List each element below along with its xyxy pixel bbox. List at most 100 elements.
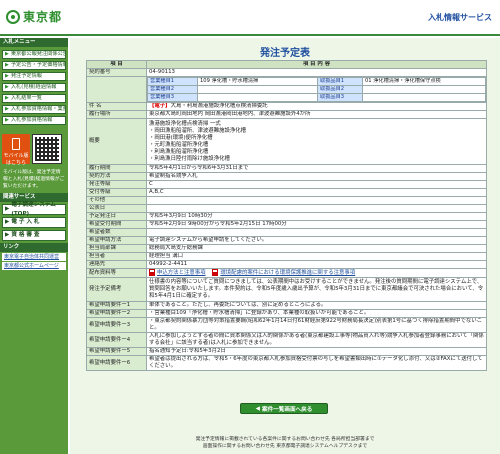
sidebar-item-yotei-kokoku[interactable]: ▶ 予定公告・予定価格情報 bbox=[2, 61, 66, 70]
tokyo-logo[interactable]: 東京都 bbox=[6, 8, 62, 25]
category-key: 営業種目1 bbox=[147, 77, 198, 86]
arrow-left-icon: ◀ bbox=[255, 405, 260, 412]
table-header-row: 項 目 項 目 内 容 bbox=[86, 60, 487, 69]
table-row: 希望申請要件ー2 ・営業種目109「浄化槽・貯水槽清掃」に登録があり、本業種の取扱… bbox=[86, 309, 487, 318]
sidebar-item-shikaku[interactable]: ▶ 入札参加資格情報 bbox=[2, 116, 66, 125]
item-key: 取扱品目2 bbox=[317, 85, 363, 94]
table-row: 発注予定備考 仕様書の内容等についてご質問につきましては、公表期間中はお受けする… bbox=[86, 277, 487, 302]
triangle-icon: ▶ bbox=[5, 51, 9, 57]
mobile-site-button[interactable]: モバイル版はこちら bbox=[2, 134, 30, 166]
row-label: 連絡先 bbox=[86, 260, 147, 269]
location-value: 東京都大島町岡田地内 岡田漁港岡田港地内、津波避難施設外4か所 bbox=[146, 110, 487, 119]
triangle-icon: ▶ bbox=[5, 84, 9, 90]
row-label: 希望申請方法 bbox=[86, 236, 147, 245]
table-row: 担当者 経理担当 溝口 bbox=[86, 252, 487, 261]
contract-method-value: 希望制指名競争入札 bbox=[146, 172, 487, 181]
table-row: 受付等級 A,B,C bbox=[86, 188, 487, 197]
item-value: 01 浄化槽清掃・浄化槽保守点検 bbox=[362, 77, 486, 86]
sidebar-button-qualification[interactable]: ▶ 資 格 審 査 bbox=[2, 230, 66, 241]
table-row: 契約方法 希望制指名競争入札 bbox=[86, 172, 487, 181]
category-value: 109 浄化槽・貯水槽清掃 bbox=[197, 77, 318, 86]
table-row: 希望申請方法 電子調達システムから希望申請をしてください。 bbox=[86, 236, 487, 245]
row-label: 配布資料等 bbox=[86, 268, 147, 278]
row-label: 希望申請要件ー4 bbox=[86, 332, 147, 348]
service-title: 入札情報サービス bbox=[428, 13, 492, 22]
detail-table: 項 目 項 目 内 容 契約番号 04-90113 営業種目1 109 浄化槽・… bbox=[86, 60, 487, 371]
table-row: 連絡先 04992-2-4411 bbox=[86, 260, 487, 269]
sidebar-item-shikaku-gyomu[interactable]: ▶ 入札参加資格情報・業務 bbox=[2, 105, 66, 114]
logo-text: 東京都 bbox=[23, 10, 63, 24]
requirement-value: 指名通知予定日:令和5年3月2日 bbox=[146, 347, 487, 356]
table-row: 概要 漁港施設浄化槽点検清掃 一式 ・岡田漁船船溜所、津波避難施設浄化槽 ・岡田… bbox=[86, 118, 487, 165]
sidebar-item-koho[interactable]: ▶ 東京都公報発注関係公告 bbox=[2, 50, 66, 59]
row-label: 受付等級 bbox=[86, 188, 147, 197]
row-label: 公表日 bbox=[86, 204, 147, 213]
back-button-label: 案件一覧画面へ戻る bbox=[261, 406, 313, 413]
item-value bbox=[362, 85, 486, 94]
table-row: 営業種目1 109 浄化槽・貯水槽清掃 取扱品目1 01 浄化槽清掃・浄化槽保守… bbox=[86, 76, 487, 103]
document-link-environment[interactable]: 環境配慮的案件における環境保護推進に関する注意事項 bbox=[220, 270, 355, 276]
back-to-list-button[interactable]: ◀ 案件一覧画面へ戻る bbox=[240, 403, 328, 414]
sidebar-button-e-bidding[interactable]: ▶ 電 子 入 札 bbox=[2, 217, 66, 228]
sidebar-menu: ▶ 東京都公報発注関係公告 ▶ 予定公告・予定価格情報 ▶ 発注予定情報 ▶ 入札(見積… bbox=[0, 47, 68, 128]
electronic-badge: 【電子】 bbox=[149, 103, 171, 110]
column-header-item: 項 目 bbox=[86, 60, 147, 69]
applicant-count bbox=[146, 228, 487, 237]
row-label: 概要 bbox=[86, 118, 147, 165]
order-note: 仕様書の内容等についてご質問につきましては、公表期間中はお受けすることができませ… bbox=[146, 277, 487, 302]
application-method: 電子調達システムから希望申請をしてください。 bbox=[146, 236, 487, 245]
project-title-text: 大島・利島漁港施設浄化槽点検清掃委託 bbox=[170, 103, 268, 110]
overview-value: 漁港施設浄化槽点検清掃 一式 ・岡田漁船船溜所、津波避難施設浄化槽 ・岡田港(環… bbox=[146, 118, 487, 165]
row-label bbox=[86, 76, 147, 103]
sidebar-link-tokyo-official[interactable]: 東京都公式ホームページ bbox=[2, 262, 66, 270]
table-row: その他 bbox=[86, 196, 487, 205]
footer-line: 発注予定情報に掲載されている各案件に関するお問い合わせ先 各局所担当部署まで bbox=[195, 437, 375, 442]
triangle-icon: ▶ bbox=[5, 219, 10, 225]
overview-line: ・利島漁船船溜所浄化槽 bbox=[149, 148, 209, 155]
main-content: 発注予定表 項 目 項 目 内 容 契約番号 04-90113 営業種目1 10… bbox=[70, 38, 500, 454]
mobile-label: モバイル版はこちら bbox=[3, 153, 29, 166]
triangle-icon: ▶ bbox=[5, 206, 10, 212]
row-label: 契約番号 bbox=[86, 68, 147, 77]
row-label: 希望申請要件ー3 bbox=[86, 317, 147, 333]
responsible-office: 総務局大島支庁総務課 bbox=[146, 244, 487, 253]
sidebar-item-label: 予定公告・予定価格情報 bbox=[10, 62, 66, 68]
pdf-icon bbox=[149, 269, 155, 276]
item-key: 取扱品目3 bbox=[317, 93, 363, 102]
footer: 発注予定情報に掲載されている各案件に関するお問い合わせ先 各局所担当部署まで 画… bbox=[70, 436, 500, 450]
business-category-cell: 営業種目1 109 浄化槽・貯水槽清掃 取扱品目1 01 浄化槽清掃・浄化槽保守… bbox=[146, 76, 487, 103]
row-label: 発注等級 bbox=[86, 180, 147, 189]
triangle-icon: ▶ bbox=[5, 62, 9, 68]
row-label: 希望申請要件ー5 bbox=[86, 347, 147, 356]
category-key: 営業種目2 bbox=[147, 85, 198, 94]
row-label: 件 名 bbox=[86, 102, 147, 111]
sidebar-item-kekka[interactable]: ▶ 入札結果一覧 bbox=[2, 94, 66, 103]
overview-line: ・岡田漁船船溜所、津波避難施設浄化槽 bbox=[149, 127, 247, 134]
document-link-instructions[interactable]: 申込方法と注意事項 bbox=[157, 270, 206, 276]
overview-line: 漁港施設浄化槽点検清掃 一式 bbox=[149, 120, 221, 127]
order-grade-value: C bbox=[146, 180, 487, 189]
sidebar-button-label: 電子調達システム(TOP) bbox=[11, 201, 56, 217]
contact-person: 経理担当 溝口 bbox=[146, 252, 487, 261]
requirement-value: 単体であること。ただし、再委託については、別に定めるところによる。 bbox=[146, 301, 487, 310]
sidebar-link-jichitai[interactable]: 東京電子自治体共同運営 bbox=[2, 253, 66, 261]
table-row: 担当局部課 総務局大島支庁総務課 bbox=[86, 244, 487, 253]
table-row: 履行期間 令和5年4月1日から令和6年3月31日まで bbox=[86, 164, 487, 173]
row-label: 希望申請要件ー1 bbox=[86, 301, 147, 310]
table-row: 配布資料等 申込方法と注意事項 環境配慮的案件における環境保護推進に関する注意事… bbox=[86, 268, 487, 278]
table-row: 件 名 【電子】大島・利島漁港施設浄化槽点検清掃委託 bbox=[86, 102, 487, 111]
row-label: 契約方法 bbox=[86, 172, 147, 181]
table-row: 希望申請要件ー3 ・東京都契約関係暴力団等対策措置要綱(昭和62年1月14日付61… bbox=[86, 317, 487, 333]
term-value: 令和5年4月1日から令和6年3月31日まで bbox=[146, 164, 487, 173]
sidebar-button-e-procurement[interactable]: ▶ 電子調達システム(TOP) bbox=[2, 202, 66, 217]
sidebar-item-keika[interactable]: ▶ 入札(見積)経過情報 bbox=[2, 83, 66, 92]
sidebar-item-hatchu-yotei[interactable]: ▶ 発注予定情報 bbox=[2, 72, 66, 81]
contract-number: 04-90113 bbox=[146, 68, 487, 77]
table-row: 希望申請要件ー1 単体であること。ただし、再委託については、別に定めるところによる… bbox=[86, 301, 487, 310]
site-header: 東京都 入札情報サービス bbox=[0, 0, 500, 36]
triangle-icon: ▶ bbox=[5, 232, 10, 238]
sidebar-item-label: 入札参加資格情報・業務 bbox=[10, 106, 66, 112]
category-key: 営業種目3 bbox=[147, 93, 198, 102]
announce-date-value bbox=[146, 204, 487, 213]
row-label: 希望申請要件ー2 bbox=[86, 309, 147, 318]
